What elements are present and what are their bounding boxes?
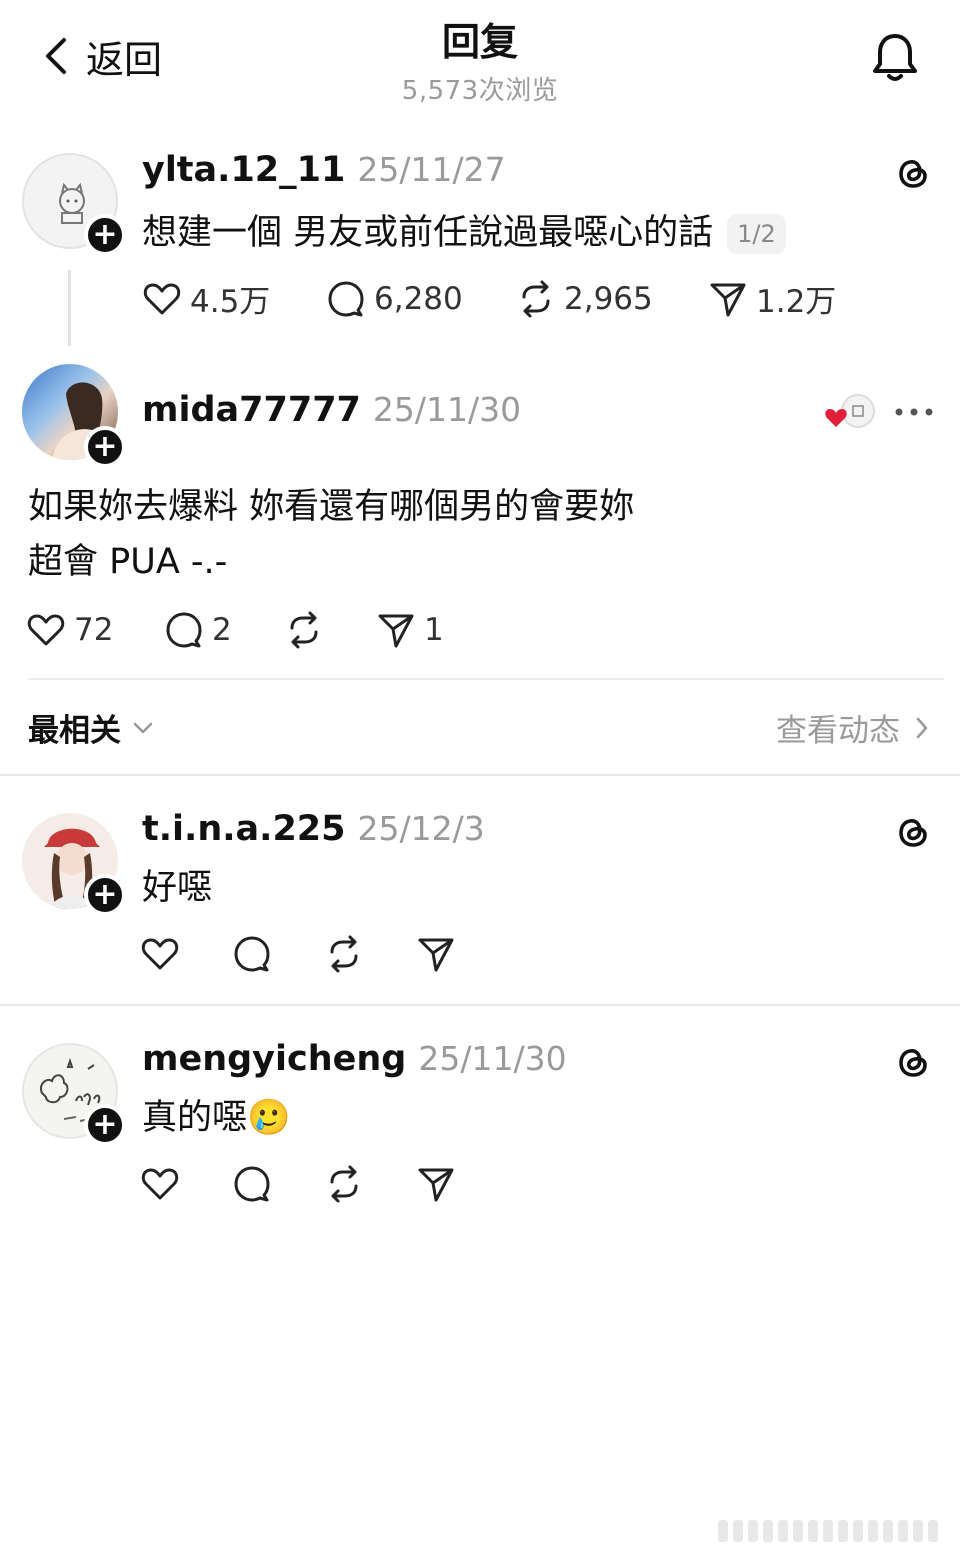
follow-plus-button[interactable]: + [84, 1104, 126, 1146]
action-bar: 72 2 1 [26, 610, 444, 650]
share-send-icon [378, 614, 414, 648]
comment-bubble-icon [234, 936, 270, 972]
divider [28, 678, 944, 680]
repost-icon [290, 611, 318, 649]
comment-button[interactable] [232, 1164, 324, 1204]
activity-label: 查看动态 [776, 713, 900, 749]
comment-button[interactable] [232, 934, 324, 974]
post-text-line-2: 超會 PUA -.- [28, 542, 228, 582]
comment-date: 25/11/30 [418, 1039, 567, 1078]
heart-icon [27, 614, 65, 646]
reply-post: + mida77777 25/11/30 如果妳去爆料 妳看還有哪個男的會要妳 … [0, 0, 960, 680]
comment-text: 好噁 [142, 868, 213, 908]
comment-date: 25/12/3 [357, 809, 485, 848]
post-text-line-1: 如果妳去爆料 妳看還有哪個男的會要妳 [28, 487, 635, 527]
watermark-bars [718, 1518, 938, 1544]
comment-header: t.i.n.a.225 25/12/3 [142, 809, 485, 849]
repost-icon [330, 935, 358, 973]
more-dots-icon[interactable] [893, 400, 935, 424]
like-button[interactable] [140, 934, 232, 974]
threads-logo-icon[interactable] [893, 812, 933, 852]
view-activity-link[interactable]: 查看动态 [776, 705, 930, 750]
comment-item: + mengyicheng 25/11/30 真的噁🥲 [0, 1006, 960, 1236]
share-send-icon [418, 938, 454, 972]
post-header: mida77777 25/11/30 [142, 390, 521, 430]
like-count: 72 [74, 612, 114, 648]
heart-icon [825, 409, 847, 427]
comment-count: 2 [212, 612, 232, 648]
threads-logo-icon[interactable] [893, 1042, 933, 1082]
repost-button[interactable] [324, 1164, 416, 1204]
comment-button[interactable]: 2 [164, 610, 284, 650]
like-button[interactable] [140, 1164, 232, 1204]
comment-header: mengyicheng 25/11/30 [142, 1039, 567, 1079]
repost-button[interactable] [284, 610, 376, 650]
username[interactable]: mengyicheng [142, 1039, 406, 1079]
chevron-down-icon [133, 722, 153, 733]
comment-bubble-icon [234, 1166, 270, 1202]
sort-bar: 最相关 查看动态 [0, 695, 960, 765]
like-button[interactable]: 72 [26, 610, 164, 650]
sort-label: 最相关 [28, 713, 121, 749]
heart-icon [141, 1168, 179, 1200]
action-bar [140, 1164, 456, 1204]
username[interactable]: mida77777 [142, 390, 361, 430]
crying-face-emoji: 🥲 [247, 1098, 291, 1138]
comment-text: 真的噁 [142, 1098, 248, 1138]
username[interactable]: t.i.n.a.225 [142, 809, 346, 849]
comment-bubble-icon [166, 612, 202, 648]
share-send-icon [418, 1168, 454, 1202]
share-button[interactable]: 1 [376, 610, 444, 650]
chevron-right-icon [916, 717, 928, 738]
repost-button[interactable] [324, 934, 416, 974]
action-bar [140, 934, 456, 974]
share-button[interactable] [416, 1164, 456, 1204]
comment-item: + t.i.n.a.225 25/12/3 好噁 [0, 776, 960, 1004]
liked-by-author-indicator[interactable] [822, 393, 878, 433]
heart-icon [141, 938, 179, 970]
post-date: 25/11/30 [372, 390, 522, 429]
follow-plus-button[interactable]: + [84, 426, 126, 468]
share-button[interactable] [416, 934, 456, 974]
repost-icon [330, 1165, 358, 1203]
sort-dropdown[interactable]: 最相关 [28, 705, 155, 750]
share-count: 1 [424, 612, 444, 648]
follow-plus-button[interactable]: + [84, 874, 126, 916]
comment-text-line: 真的噁🥲 [142, 1091, 291, 1145]
